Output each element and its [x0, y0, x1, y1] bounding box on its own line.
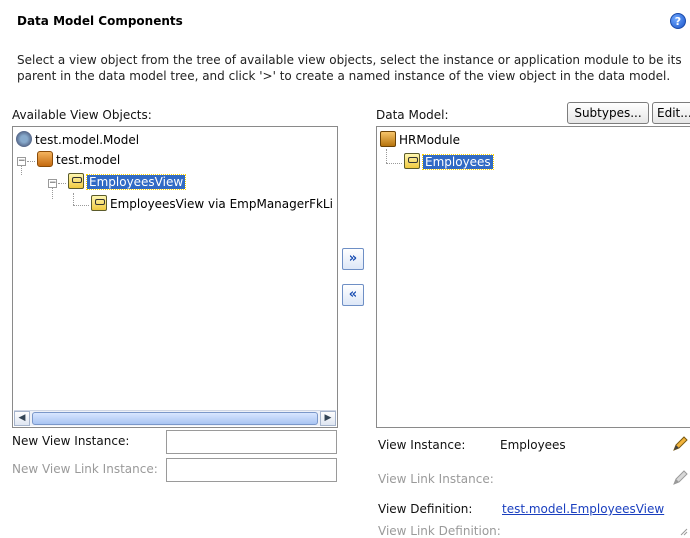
remove-instance-button[interactable]: « — [342, 284, 364, 306]
scroll-thumb[interactable] — [32, 412, 318, 425]
view-object-icon — [91, 195, 107, 211]
view-link-instance-label: View Link Instance: — [378, 472, 494, 486]
instructions-text: Select a view object from the tree of av… — [17, 53, 682, 83]
horizontal-scrollbar[interactable]: ◀ ▶ — [14, 410, 336, 426]
package-icon — [37, 151, 53, 167]
view-object-icon — [404, 153, 420, 169]
tree-node-test-model-model[interactable]: test.model.Model — [16, 131, 139, 149]
app-package-icon — [16, 131, 32, 147]
view-definition-link[interactable]: test.model.EmployeesView — [502, 502, 664, 516]
view-link-definition-label: View Link Definition: — [378, 524, 501, 538]
data-model-label: Data Model: — [376, 108, 449, 122]
view-instance-label: View Instance: — [378, 438, 466, 452]
subtypes-button[interactable]: Subtypes... — [567, 102, 649, 124]
available-view-objects-tree[interactable]: test.model.Model − test.model − Employee… — [12, 126, 338, 428]
scroll-right-icon[interactable]: ▶ — [320, 411, 336, 426]
available-view-objects-label: Available View Objects: — [12, 108, 152, 122]
tree-node-employees-view-via-link[interactable]: EmployeesView via EmpManagerFkLi — [91, 195, 333, 213]
section-title: Data Model Components — [17, 14, 183, 28]
add-instance-button[interactable]: » — [342, 248, 364, 270]
view-object-icon — [68, 173, 84, 189]
resize-grip-icon[interactable] — [680, 528, 688, 536]
data-model-tree[interactable]: HRModule Employees — [376, 126, 690, 428]
new-view-instance-field[interactable] — [166, 430, 337, 454]
collapse-icon[interactable]: − — [17, 157, 26, 166]
help-icon[interactable]: ? — [670, 13, 686, 29]
tree-node-employees[interactable]: Employees — [404, 153, 494, 171]
tree-node-employees-view[interactable]: EmployeesView — [68, 173, 187, 191]
edit-button[interactable]: Edit... — [652, 102, 690, 124]
tree-node-hrmodule[interactable]: HRModule — [380, 131, 460, 149]
collapse-icon[interactable]: − — [48, 179, 57, 188]
edit-pencil-disabled-icon — [673, 470, 688, 485]
new-view-link-instance-label: New View Link Instance: — [12, 462, 158, 476]
tree-node-test-model[interactable]: test.model — [37, 151, 120, 169]
edit-pencil-icon[interactable] — [672, 436, 688, 452]
view-definition-label: View Definition: — [378, 502, 473, 516]
new-view-instance-label: New View Instance: — [12, 434, 130, 448]
scroll-left-icon[interactable]: ◀ — [14, 411, 30, 426]
new-view-link-instance-field[interactable] — [166, 458, 337, 482]
view-instance-value: Employees — [500, 438, 566, 452]
application-module-icon — [380, 131, 396, 147]
